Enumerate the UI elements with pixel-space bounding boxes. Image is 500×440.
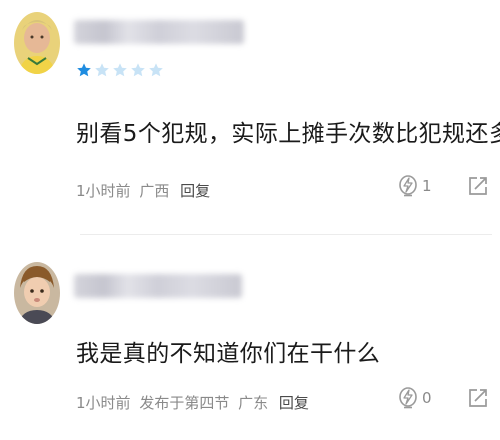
username-blurred <box>74 20 244 44</box>
star-empty-icon <box>113 63 127 77</box>
comment-item: 别看5个犯规，实际上摊手次数比犯规还多 1小时前 广西 回复 1 <box>0 0 500 235</box>
comment-text: 别看5个犯规，实际上摊手次数比犯规还多 <box>76 121 500 147</box>
comment-location: 广西 <box>139 182 170 200</box>
lightning-like-icon <box>399 175 417 197</box>
star-empty-icon <box>131 63 145 77</box>
comment-published-in: 发布于第四节 <box>139 394 230 412</box>
comment-text: 我是真的不知道你们在干什么 <box>76 341 381 367</box>
comment-time: 1小时前 <box>76 182 131 200</box>
comment-location: 广东 <box>238 394 269 412</box>
share-external-icon[interactable] <box>468 176 488 196</box>
comment-item: 我是真的不知道你们在干什么 1小时前 发布于第四节 广东 回复 0 <box>0 240 500 440</box>
comment-meta: 1小时前 发布于第四节 广东 回复 <box>76 392 313 413</box>
comment-list: 别看5个犯规，实际上摊手次数比犯规还多 1小时前 广西 回复 1 我是真的不知道… <box>0 0 500 440</box>
comment-divider <box>80 234 492 235</box>
star-empty-icon <box>149 63 163 77</box>
star-filled-icon <box>77 63 91 77</box>
star-empty-icon <box>95 63 109 77</box>
reply-button[interactable]: 回复 <box>279 394 309 412</box>
user-avatar[interactable] <box>14 262 60 324</box>
comment-meta: 1小时前 广西 回复 <box>76 180 214 201</box>
share-external-icon[interactable] <box>468 388 488 408</box>
rating-stars <box>76 62 164 78</box>
comment-time: 1小时前 <box>76 394 131 412</box>
user-avatar[interactable] <box>14 12 60 74</box>
like-count: 1 <box>422 177 432 195</box>
like-button[interactable]: 0 <box>398 386 432 410</box>
username-blurred <box>74 274 242 298</box>
lightning-like-icon <box>399 387 417 409</box>
like-button[interactable]: 1 <box>398 174 432 198</box>
reply-button[interactable]: 回复 <box>180 182 210 200</box>
like-count: 0 <box>422 389 432 407</box>
